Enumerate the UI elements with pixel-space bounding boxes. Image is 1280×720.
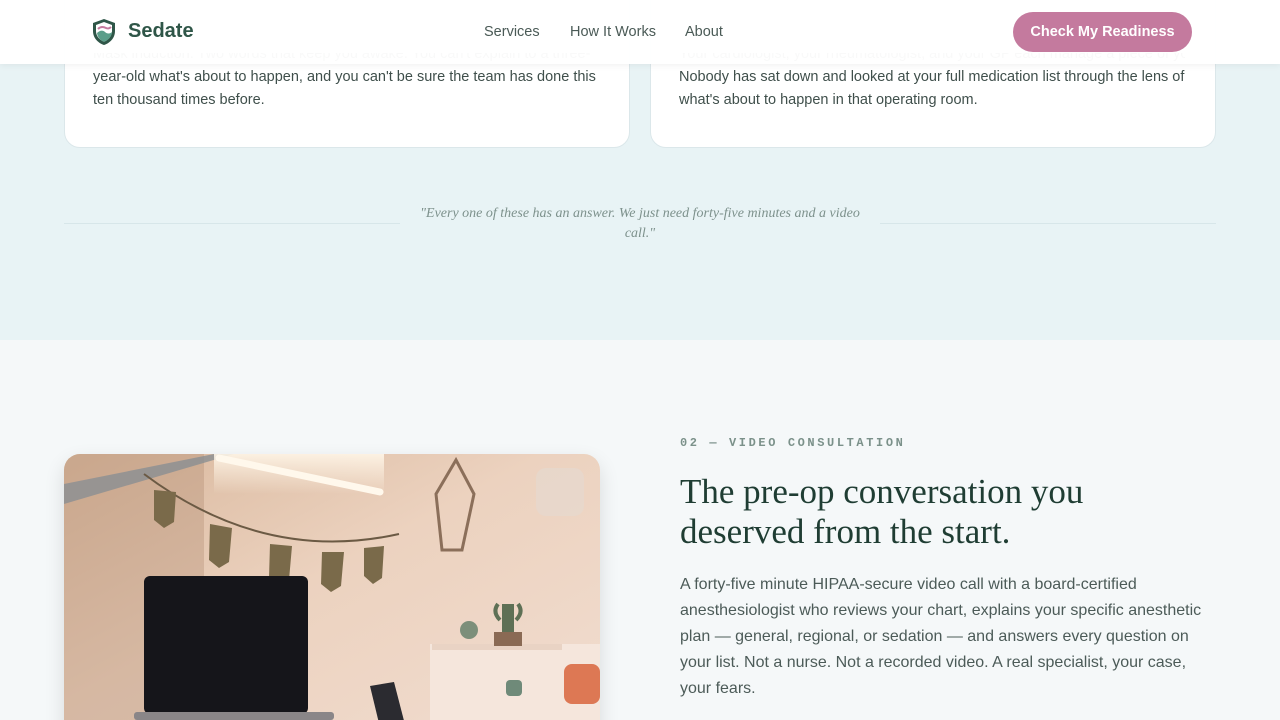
consultation-photo: [64, 454, 600, 720]
card-line-3: what's about to happen in that operating…: [679, 92, 978, 108]
nav-how-it-works[interactable]: How It Works: [570, 24, 656, 40]
shield-logo-icon[interactable]: [91, 18, 117, 46]
card-line-2: year-old what's about to happen, and you…: [93, 69, 596, 85]
nav-services[interactable]: Services: [484, 24, 540, 40]
card-line-3: ten thousand times before.: [93, 92, 265, 108]
divider-left: [64, 223, 400, 224]
check-readiness-button[interactable]: Check My Readiness: [1013, 12, 1192, 52]
section-body: A forty-five minute HIPAA-secure video c…: [680, 576, 1202, 697]
card-line-2: Nobody has sat down and looked at your f…: [679, 69, 1185, 85]
section-title: The pre-op conversation you deserved fro…: [680, 472, 1084, 551]
workspace-photo-illustration: [64, 454, 600, 720]
pull-quote: "Every one of these has an answer. We ju…: [420, 206, 860, 241]
divider-right: [880, 223, 1216, 224]
section-eyebrow: 02 — VIDEO CONSULTATION: [680, 436, 906, 450]
nav-about[interactable]: About: [685, 24, 723, 40]
site-header: Sedate Services How It Works About Check…: [0, 0, 1280, 64]
brand-name[interactable]: Sedate: [128, 20, 194, 43]
